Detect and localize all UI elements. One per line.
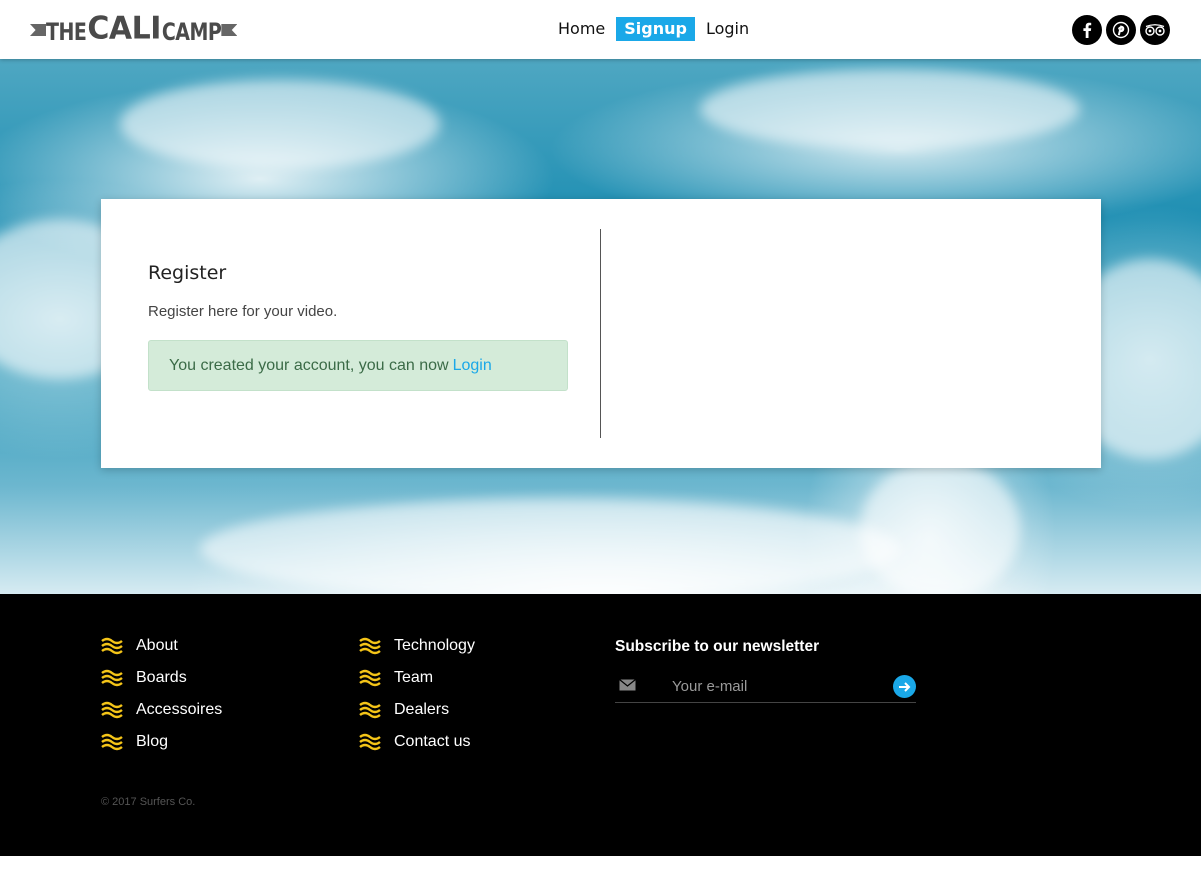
main-nav: Home Signup Login — [550, 17, 760, 41]
footer-links-col2: Technology Team Dealers Contact us — [359, 630, 475, 758]
footer-link-dealers[interactable]: Dealers — [359, 694, 475, 726]
logo-right-flag — [221, 24, 238, 36]
newsletter: Subscribe to our newsletter — [615, 638, 916, 703]
wave-icon — [359, 701, 381, 719]
card-divider — [600, 229, 601, 438]
wave-icon — [101, 733, 123, 751]
site-header: THE CALI CAMP Home Signup Login — [0, 0, 1201, 59]
site-logo[interactable]: THE CALI CAMP — [30, 10, 238, 48]
wave-icon — [101, 669, 123, 687]
social-links — [1072, 15, 1170, 45]
pinterest-icon[interactable] — [1106, 15, 1136, 45]
newsletter-title: Subscribe to our newsletter — [615, 638, 820, 655]
logo-left-flag — [30, 24, 46, 36]
wave-icon — [101, 637, 123, 655]
newsletter-field — [615, 670, 916, 703]
nav-login[interactable]: Login — [698, 17, 757, 41]
submit-arrow-icon[interactable] — [893, 675, 916, 698]
site-footer: About Boards Accessoires Blog Technology… — [0, 594, 1201, 856]
footer-link-accessoires[interactable]: Accessoires — [101, 694, 222, 726]
foam — [860, 459, 1020, 594]
wave-icon — [359, 637, 381, 655]
register-subtitle: Register here for your video. — [148, 303, 338, 320]
wave-icon — [359, 669, 381, 687]
wave-icon — [101, 701, 123, 719]
copyright: © 2017 Surfers Co. — [101, 796, 196, 808]
register-title: Register — [148, 262, 227, 284]
nav-home[interactable]: Home — [550, 17, 613, 41]
footer-link-contact[interactable]: Contact us — [359, 726, 475, 758]
foam — [700, 69, 1080, 149]
alert-login-link[interactable]: Login — [453, 357, 492, 375]
footer-link-technology[interactable]: Technology — [359, 630, 475, 662]
nav-signup[interactable]: Signup — [616, 17, 695, 41]
facebook-icon[interactable] — [1072, 15, 1102, 45]
footer-link-blog[interactable]: Blog — [101, 726, 222, 758]
register-card: Register Register here for your video. Y… — [101, 199, 1101, 468]
mail-icon — [619, 679, 636, 691]
foam — [200, 499, 900, 594]
success-alert: You created your account, you can now Lo… — [148, 340, 568, 391]
alert-text: You created your account, you can now — [169, 356, 449, 374]
footer-link-boards[interactable]: Boards — [101, 662, 222, 694]
footer-link-about[interactable]: About — [101, 630, 222, 662]
foam — [120, 79, 440, 169]
tripadvisor-icon[interactable] — [1140, 15, 1170, 45]
footer-link-team[interactable]: Team — [359, 662, 475, 694]
email-input[interactable] — [672, 677, 872, 695]
wave-icon — [359, 733, 381, 751]
footer-links-col1: About Boards Accessoires Blog — [101, 630, 222, 758]
logo-wordmark: THE CALI CAMP — [46, 10, 222, 48]
